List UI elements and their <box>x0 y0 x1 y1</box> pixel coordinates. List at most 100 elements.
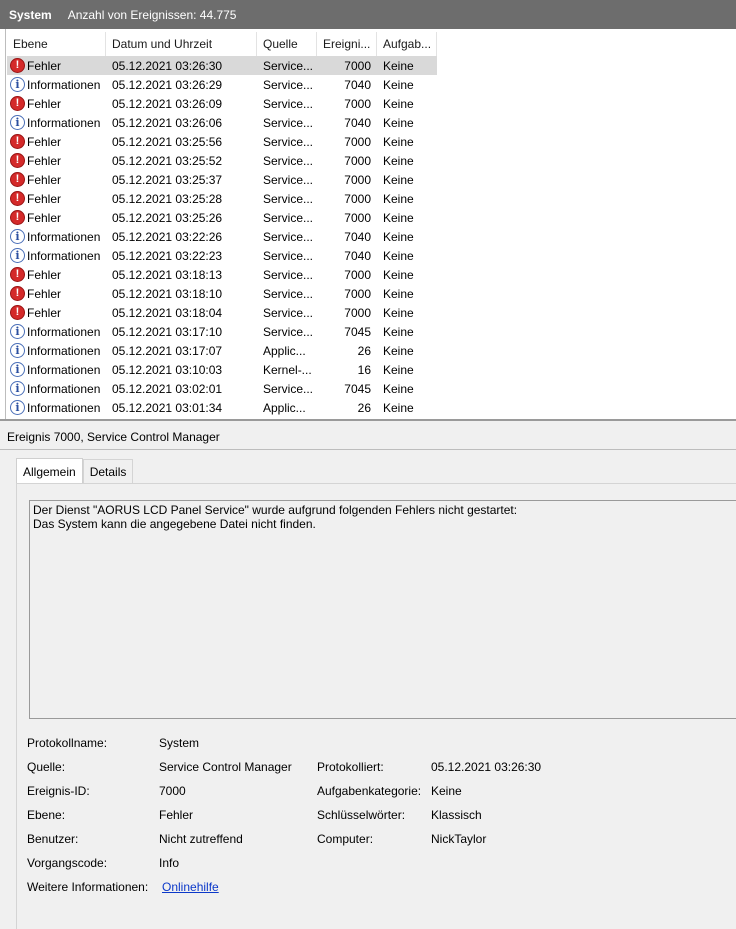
protokollname-value: System <box>159 736 200 750</box>
description-line: Das System kann die angegebene Datei nic… <box>33 517 316 531</box>
column-header-level[interactable]: Ebene <box>7 32 106 56</box>
table-row[interactable]: ! Fehler 05.12.2021 03:25:52 Service... 7000… <box>7 151 437 170</box>
task-cell: Keine <box>383 96 414 111</box>
table-row[interactable]: i Informationen 05.12.2021 03:02:01 Service… <box>7 379 437 398</box>
event-list-pane[interactable]: Ebene Datum und Uhrzeit Quelle Ereigni..… <box>0 29 736 421</box>
event-id-cell: 7000 <box>344 153 371 168</box>
column-header-source[interactable]: Quelle <box>257 32 317 56</box>
datetime-cell: 05.12.2021 03:25:52 <box>112 153 223 168</box>
event-id-cell: 7000 <box>344 267 371 282</box>
quelle-value: Service Control Manager <box>159 760 292 774</box>
aufgabenkategorie-label: Aufgabenkategorie: <box>317 784 422 798</box>
table-row[interactable]: ! Fehler 05.12.2021 03:18:04 Service... 7000… <box>7 303 437 322</box>
source-cell: Service... <box>263 96 314 111</box>
table-row[interactable]: ! Fehler 05.12.2021 03:25:26 Service... 7000… <box>7 208 437 227</box>
event-id-cell: 7000 <box>344 305 371 320</box>
error-icon: ! <box>10 305 25 320</box>
quelle-label: Quelle: <box>27 760 66 774</box>
log-name: System <box>9 7 52 22</box>
datetime-cell: 05.12.2021 03:26:09 <box>112 96 223 111</box>
level-text: Informationen <box>27 229 101 244</box>
event-id-cell: 16 <box>357 362 371 377</box>
source-cell: Service... <box>263 305 314 320</box>
level-text: Fehler <box>27 153 62 168</box>
error-icon: ! <box>10 191 25 206</box>
level-text: Informationen <box>27 400 101 415</box>
tab-allgemein[interactable]: Allgemein <box>16 458 83 484</box>
column-header-datetime[interactable]: Datum und Uhrzeit <box>106 32 257 56</box>
table-row[interactable]: ! Fehler 05.12.2021 03:25:28 Service... 7000… <box>7 189 437 208</box>
event-id-cell: 7040 <box>344 77 371 92</box>
table-row[interactable]: ! Fehler 05.12.2021 03:25:37 Service... 7000… <box>7 170 437 189</box>
info-icon: i <box>10 343 25 358</box>
ereignis-id-label: Ereignis-ID: <box>27 784 90 798</box>
level-text: Fehler <box>27 267 62 282</box>
task-cell: Keine <box>383 267 414 282</box>
error-icon: ! <box>10 286 25 301</box>
level-text: Fehler <box>27 305 62 320</box>
table-row[interactable]: i Informationen 05.12.2021 03:17:10 Service… <box>7 322 437 341</box>
level-text: Informationen <box>27 115 101 130</box>
table-row[interactable]: i Informationen 05.12.2021 03:01:34 Applic.… <box>7 398 437 417</box>
table-row[interactable]: ! Fehler 05.12.2021 03:18:10 Service... 7000… <box>7 284 437 303</box>
table-row[interactable]: ! Fehler 05.12.2021 03:26:30 Service... 7000… <box>7 56 437 75</box>
vorgangscode-label: Vorgangscode: <box>27 856 108 870</box>
level-cell: i Informationen <box>7 343 106 358</box>
vorgangscode-value: Info <box>159 856 180 870</box>
task-cell: Keine <box>383 58 414 73</box>
computer-label: Computer: <box>317 832 374 846</box>
source-cell: Kernel-... <box>263 362 312 377</box>
table-row[interactable]: i Informationen 05.12.2021 03:10:03 Kernel-… <box>7 360 437 379</box>
protokolliert-label: Protokolliert: <box>317 760 384 774</box>
error-icon: ! <box>10 267 25 282</box>
event-id-cell: 7000 <box>344 172 371 187</box>
table-row[interactable]: ! Fehler 05.12.2021 03:25:56 Service... 7000… <box>7 132 437 151</box>
level-cell: ! Fehler <box>7 210 106 225</box>
event-rows: ! Fehler 05.12.2021 03:26:30 Service... 7000… <box>7 56 437 417</box>
description-line: Der Dienst "AORUS LCD Panel Service" wur… <box>33 503 518 517</box>
event-id-cell: 7040 <box>344 248 371 263</box>
level-cell: ! Fehler <box>7 267 106 282</box>
level-cell: i Informationen <box>7 381 106 396</box>
source-cell: Applic... <box>263 343 306 358</box>
source-cell: Service... <box>263 115 314 130</box>
event-id-cell: 7000 <box>344 191 371 206</box>
source-cell: Service... <box>263 210 314 225</box>
info-icon: i <box>10 77 25 92</box>
table-row[interactable]: i Informationen 05.12.2021 03:22:26 Service… <box>7 227 437 246</box>
table-row[interactable]: i Informationen 05.12.2021 03:26:06 Service… <box>7 113 437 132</box>
event-description[interactable]: Der Dienst "AORUS LCD Panel Service" wur… <box>29 500 736 719</box>
log-title-bar: System Anzahl von Ereignissen: 44.775 <box>0 0 736 29</box>
table-row[interactable]: ! Fehler 05.12.2021 03:26:09 Service... 7000… <box>7 94 437 113</box>
task-cell: Keine <box>383 362 414 377</box>
tab-details[interactable]: Details <box>82 459 134 483</box>
error-icon: ! <box>10 210 25 225</box>
level-cell: ! Fehler <box>7 305 106 320</box>
level-cell: i Informationen <box>7 77 106 92</box>
column-header-event-id[interactable]: Ereigni... <box>317 32 377 56</box>
table-row[interactable]: i Informationen 05.12.2021 03:17:07 Applic.… <box>7 341 437 360</box>
level-cell: ! Fehler <box>7 172 106 187</box>
source-cell: Service... <box>263 134 314 149</box>
event-id-cell: 7000 <box>344 210 371 225</box>
task-cell: Keine <box>383 229 414 244</box>
level-cell: i Informationen <box>7 115 106 130</box>
table-row[interactable]: i Informationen 05.12.2021 03:26:29 Service… <box>7 75 437 94</box>
datetime-cell: 05.12.2021 03:02:01 <box>112 381 223 396</box>
datetime-cell: 05.12.2021 03:18:13 <box>112 267 223 282</box>
level-text: Fehler <box>27 172 62 187</box>
table-row[interactable]: ! Fehler 05.12.2021 03:18:13 Service... 7000… <box>7 265 437 284</box>
column-header-task[interactable]: Aufgab... <box>377 32 437 56</box>
detail-tabs: Allgemein Details <box>16 458 134 484</box>
onlinehilfe-link[interactable]: Onlinehilfe <box>162 880 219 894</box>
level-cell: i Informationen <box>7 400 106 415</box>
source-cell: Service... <box>263 248 314 263</box>
error-icon: ! <box>10 172 25 187</box>
table-row[interactable]: i Informationen 05.12.2021 03:22:23 Service… <box>7 246 437 265</box>
ebene-label: Ebene: <box>27 808 66 822</box>
info-icon: i <box>10 400 25 415</box>
datetime-cell: 05.12.2021 03:25:56 <box>112 134 223 149</box>
event-count: Anzahl von Ereignissen: 44.775 <box>67 7 237 22</box>
task-cell: Keine <box>383 343 414 358</box>
datetime-cell: 05.12.2021 03:10:03 <box>112 362 223 377</box>
